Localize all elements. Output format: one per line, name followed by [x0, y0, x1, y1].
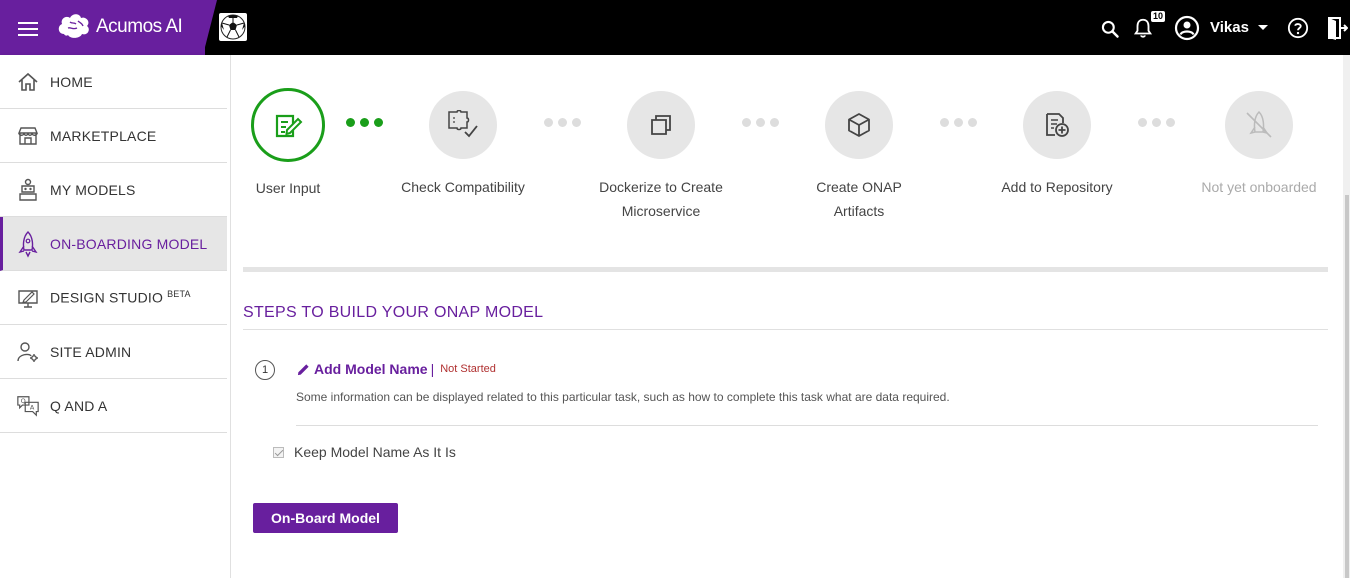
doc-add-icon [1046, 113, 1069, 137]
step-label: Check Compatibility [401, 179, 525, 195]
user-name[interactable]: Vikas [1210, 19, 1249, 36]
edit-note-icon [275, 114, 303, 138]
user-gear-icon [16, 340, 40, 364]
pencil-icon [297, 363, 309, 375]
step-circle [429, 91, 497, 159]
sidebar-item-marketplace[interactable]: MARKETPLACE [0, 109, 227, 163]
step-circle [1225, 91, 1293, 159]
stepper-divider [243, 267, 1328, 272]
brain-logo-icon [58, 14, 89, 38]
step-label: Create ONAP Artifacts [794, 175, 924, 223]
sidebar-item-q-and-a[interactable]: QA Q AND A [0, 379, 227, 433]
home-icon [16, 70, 40, 94]
sidebar-item-home[interactable]: HOME [0, 55, 227, 109]
step-connector-dots [346, 118, 383, 127]
top-bar: Acumos AI 10 Vikas [0, 0, 1350, 55]
sidebar-item-label: DESIGN STUDIO BETA [50, 289, 191, 306]
sidebar-item-label: Q AND A [50, 397, 108, 414]
sidebar-item-label: MARKETPLACE [50, 127, 157, 144]
task-status: Not Started [440, 363, 496, 375]
step-label: Not yet onboarded [1201, 179, 1317, 195]
step-label-line1: Dockerize to Create [599, 179, 723, 195]
task-divider [296, 425, 1318, 426]
svg-text:A: A [30, 403, 35, 411]
step-dockerize[interactable]: Dockerize to Create Microservice [586, 91, 736, 223]
step-user-input[interactable]: User Input [248, 88, 328, 200]
step-connector-dots [742, 118, 779, 127]
brand-slant [203, 0, 217, 55]
step-not-yet-onboarded: Not yet onboarded [1189, 91, 1329, 199]
step-create-onap-artifacts[interactable]: Create ONAP Artifacts [794, 91, 924, 223]
step-label: Dockerize to Create Microservice [586, 175, 736, 223]
step-label-line1: Create ONAP [816, 179, 902, 195]
step-label-line2: Microservice [621, 203, 701, 219]
sidebar-item-site-admin[interactable]: SITE ADMIN [0, 325, 227, 379]
step-circle [627, 91, 695, 159]
sidebar-item-label: SITE ADMIN [50, 343, 132, 360]
store-icon [16, 124, 40, 148]
cube-icon [848, 113, 870, 137]
step-circle [251, 88, 325, 162]
step-circle [1023, 91, 1091, 159]
task-title-separator: | [430, 361, 435, 377]
rocket-off-icon [1246, 110, 1272, 138]
rocket-icon [16, 230, 40, 258]
sidebar-item-my-models[interactable]: MY MODELS [0, 163, 227, 217]
beta-badge: BETA [167, 289, 191, 300]
scrollbar-thumb[interactable] [1345, 195, 1349, 578]
task-title[interactable]: Add Model Name [314, 361, 428, 377]
qa-chat-icon: QA [16, 394, 40, 418]
search-icon[interactable] [1100, 19, 1120, 39]
puzzle-check-icon [448, 110, 478, 138]
step-circle [825, 91, 893, 159]
sidebar: HOME MARKETPLACE MY MODELS ON-BOARDING M… [0, 55, 231, 578]
main-content: User Input Check Compatibility Dockerize… [231, 55, 1343, 578]
help-icon[interactable] [1287, 17, 1309, 39]
step-connector-dots [940, 118, 977, 127]
sidebar-item-onboarding-model[interactable]: ON-BOARDING MODEL [0, 217, 227, 271]
task-title-row: Add Model Name | Not Started [297, 361, 496, 377]
section-title: STEPS TO BUILD YOUR ONAP MODEL [243, 304, 544, 321]
sidebar-item-label: HOME [50, 73, 93, 90]
sidebar-item-label: MY MODELS [50, 181, 136, 198]
step-label-line2: Artifacts [833, 203, 885, 219]
monitor-pen-icon [16, 286, 40, 310]
task-description: Some information can be displayed relate… [296, 390, 950, 404]
onboard-model-button[interactable]: On-Board Model [253, 503, 398, 533]
robot-icon [16, 178, 40, 202]
step-add-to-repository[interactable]: Add to Repository [987, 91, 1127, 199]
section-divider [243, 329, 1328, 330]
logo-text: Acumos AI [96, 16, 183, 37]
step-label: User Input [255, 180, 321, 196]
app-logo[interactable]: Acumos AI [56, 12, 183, 42]
step-check-compatibility[interactable]: Check Compatibility [393, 91, 533, 199]
notification-count-badge: 10 [1151, 11, 1166, 22]
design-studio-label: DESIGN STUDIO [50, 289, 164, 306]
step-connector-dots [1138, 118, 1175, 127]
chevron-down-icon[interactable] [1257, 24, 1269, 32]
copy-stack-icon [651, 115, 671, 135]
sidebar-item-label: ON-BOARDING MODEL [50, 235, 208, 252]
sidebar-item-design-studio[interactable]: DESIGN STUDIO BETA [0, 271, 227, 325]
logout-icon[interactable] [1326, 16, 1348, 40]
task-number-badge: 1 [255, 360, 275, 380]
keep-model-name-row: Keep Model Name As It Is [273, 444, 456, 460]
menu-icon[interactable] [16, 18, 40, 38]
step-connector-dots [544, 118, 581, 127]
user-avatar-icon[interactable] [1174, 15, 1200, 41]
svg-text:Q: Q [21, 397, 26, 405]
soccer-ball-avatar[interactable] [219, 13, 247, 41]
step-label: Add to Repository [1001, 179, 1113, 195]
keep-model-name-label: Keep Model Name As It Is [294, 444, 456, 460]
keep-model-name-checkbox[interactable] [273, 446, 284, 458]
